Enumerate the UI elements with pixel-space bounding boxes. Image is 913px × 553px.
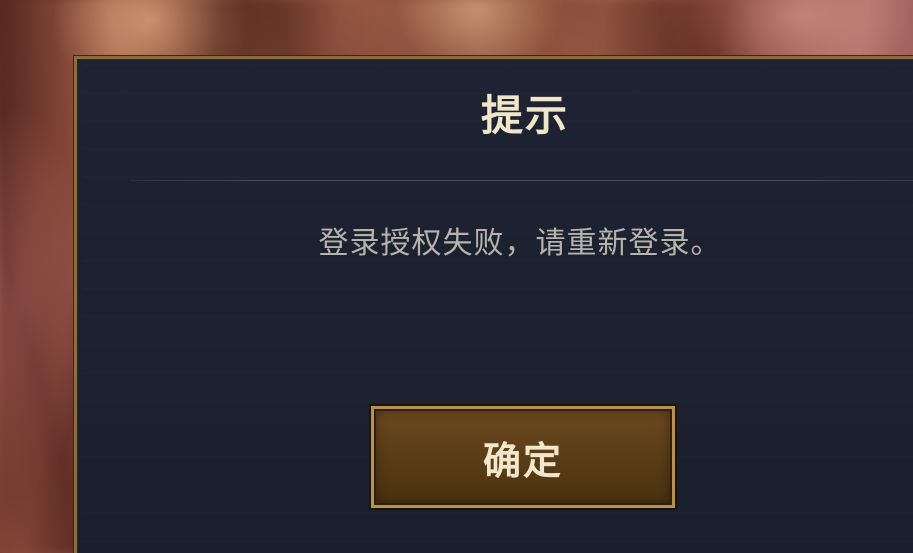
title-divider — [130, 180, 913, 181]
dialog-message: 登录授权失败，请重新登录。 — [318, 226, 722, 261]
confirm-button[interactable]: 确定 — [371, 406, 675, 508]
dialog-title: 提示 — [480, 91, 569, 140]
confirm-button-label: 确定 — [482, 438, 563, 483]
